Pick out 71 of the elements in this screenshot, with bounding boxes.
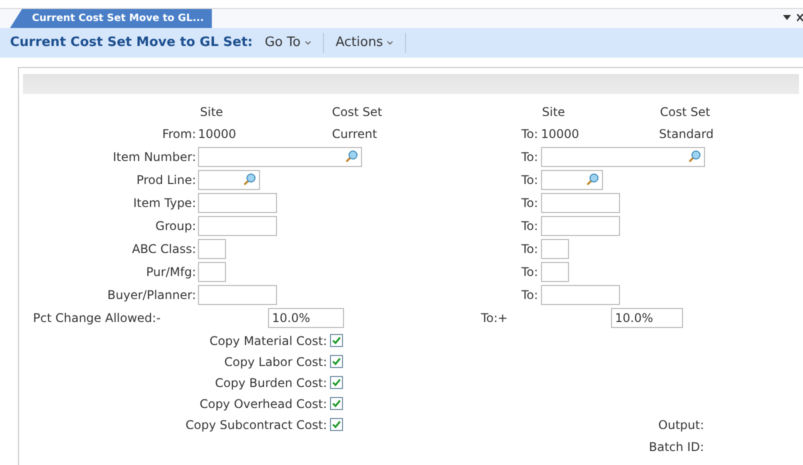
check-icon [331, 419, 342, 430]
input-field[interactable] [198, 284, 277, 304]
field-label: To: [520, 148, 539, 166]
site-value: 10000 [541, 126, 580, 143]
checkbox[interactable] [330, 376, 343, 389]
caret-icon [304, 40, 311, 44]
field-label: Item Number: [112, 148, 197, 166]
input-field[interactable] [541, 192, 620, 212]
field-label: Pct Change Allowed:- [33, 310, 162, 327]
checkbox-label: Copy Labor Cost: [223, 354, 328, 370]
check-icon [331, 377, 342, 388]
check-icon [331, 356, 342, 367]
dropdown-icon[interactable] [783, 15, 791, 21]
input-field[interactable] [541, 170, 603, 190]
input-field[interactable] [541, 146, 705, 166]
search-icon[interactable] [345, 150, 358, 163]
field-label: From: [161, 126, 197, 143]
field-label: To: [520, 126, 539, 143]
field-label: Buyer/Planner: [106, 286, 197, 304]
search-icon[interactable] [243, 173, 256, 186]
input-field[interactable] [198, 262, 226, 282]
input-field[interactable]: 10.0% [611, 308, 683, 328]
column-header: Site [542, 104, 566, 120]
checkbox[interactable] [330, 418, 343, 431]
field-label: To: [520, 194, 539, 212]
column-header: Cost Set [660, 104, 710, 120]
input-field[interactable] [198, 170, 260, 190]
field-label: To:+ [481, 310, 509, 327]
input-field[interactable] [541, 262, 569, 282]
field-label: To: [520, 172, 539, 188]
field-label: To: [520, 286, 539, 304]
checkbox-label: Copy Burden Cost: [214, 374, 328, 392]
menu-button[interactable]: Go To [264, 32, 311, 52]
column-header: Cost Set [332, 104, 384, 120]
field-label: Pur/Mfg: [145, 264, 197, 280]
tab[interactable]: Current Cost Set Move to GL... [10, 9, 212, 28]
caret-icon [387, 40, 394, 44]
column-header: Site [200, 104, 224, 120]
field-label: ABC Class: [130, 240, 197, 258]
field-label: Prod Line: [135, 172, 197, 188]
input-field[interactable] [198, 192, 277, 212]
input-field[interactable] [198, 238, 226, 258]
page-title: Current Cost Set Move to GL Set: [10, 34, 253, 52]
field-label: To: [520, 240, 539, 258]
checkbox[interactable] [330, 334, 343, 347]
checkbox[interactable] [330, 355, 343, 368]
field-label: To: [520, 264, 539, 280]
close-icon[interactable] [797, 14, 803, 22]
field-label: Output: [657, 417, 704, 434]
input-field[interactable] [541, 216, 620, 236]
checkbox-label: Copy Overhead Cost: [198, 396, 328, 412]
input-field[interactable] [541, 238, 569, 258]
search-icon[interactable] [688, 150, 701, 163]
input-field[interactable]: 10.0% [268, 308, 344, 328]
search-icon[interactable] [586, 173, 599, 186]
check-icon [331, 335, 342, 346]
field-label: Batch ID: [648, 439, 704, 456]
menu-button[interactable]: Actions [336, 32, 394, 52]
cost-set-value: Current [332, 126, 378, 143]
site-value: 10000 [198, 126, 238, 143]
field-label: To: [520, 218, 539, 234]
input-field[interactable] [541, 284, 620, 304]
checkbox-label: Copy Material Cost: [208, 332, 328, 350]
input-field[interactable] [198, 216, 277, 236]
check-icon [331, 398, 342, 409]
field-label: Item Type: [132, 194, 197, 212]
checkbox[interactable] [330, 397, 343, 410]
checkbox-label: Copy Subcontract Cost: [184, 416, 328, 434]
cost-set-value: Standard [659, 126, 714, 143]
field-label: Group: [154, 218, 197, 234]
input-field[interactable] [198, 146, 362, 166]
